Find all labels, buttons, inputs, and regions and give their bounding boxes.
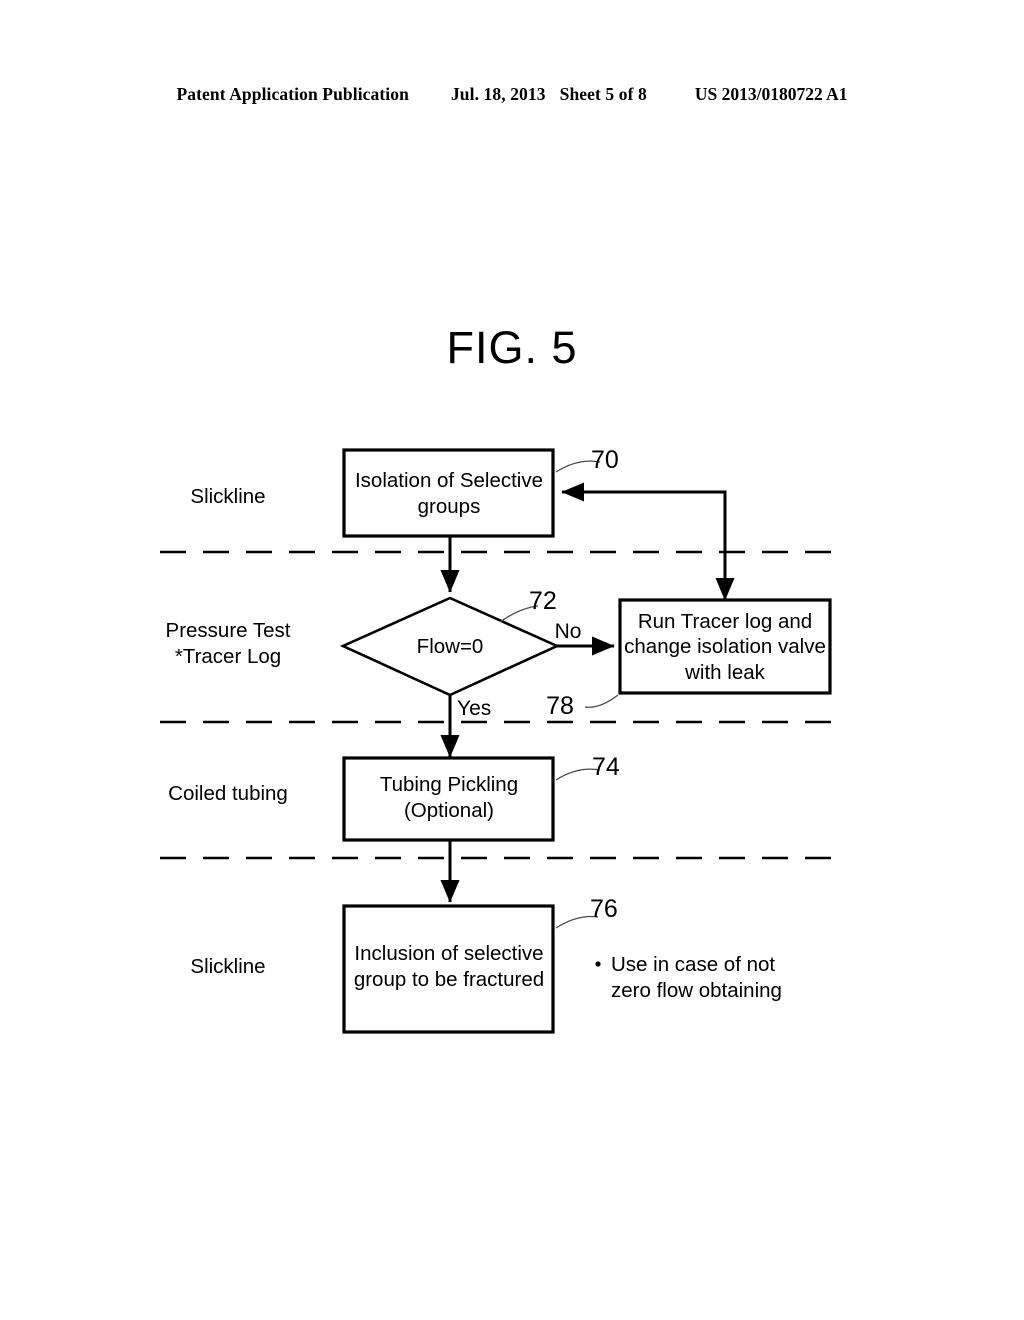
- node-74-line1: Tubing Pickling: [380, 773, 518, 796]
- ref-number-76: 76: [590, 895, 618, 923]
- node-76-line1: Inclusion of selective: [354, 942, 543, 965]
- node-78-line1: Run Tracer log and: [638, 610, 812, 633]
- node-70-line2: groups: [418, 495, 481, 518]
- note-bullet-icon: [595, 961, 601, 967]
- lane-label-tracer-log: *Tracer Log: [175, 645, 281, 668]
- node-78-line3: with leak: [684, 661, 766, 684]
- node-78-line2: change isolation valve: [624, 635, 826, 658]
- flowchart-diagram: Slickline Pressure Test *Tracer Log Coil…: [160, 446, 845, 1034]
- ref-number-74: 74: [592, 753, 620, 781]
- note-line1: Use in case of not: [611, 953, 775, 976]
- leader-78: [584, 694, 619, 708]
- lane-label-pressure-test: Pressure Test: [166, 619, 291, 642]
- lane-label-slickline-bottom: Slickline: [190, 955, 265, 978]
- connector-78-feedback-to-70: [561, 482, 727, 598]
- node-72-line1: Flow=0: [417, 635, 484, 658]
- note-line2: zero flow obtaining: [611, 979, 782, 1002]
- node-70-line1: Isolation of Selective: [355, 469, 543, 492]
- node-70-box[interactable]: [342, 448, 555, 538]
- lane-label-slickline-top: Slickline: [190, 485, 265, 508]
- branch-label-no: No: [555, 620, 582, 643]
- lane-label-coiled-tubing: Coiled tubing: [168, 782, 288, 805]
- branch-label-yes: Yes: [457, 697, 491, 720]
- ref-number-78: 78: [546, 692, 574, 720]
- ref-number-70: 70: [591, 446, 619, 474]
- ref-number-72: 72: [529, 587, 557, 615]
- node-76-line2: group to be fractured: [354, 968, 544, 991]
- node-74-line2: (Optional): [404, 799, 494, 822]
